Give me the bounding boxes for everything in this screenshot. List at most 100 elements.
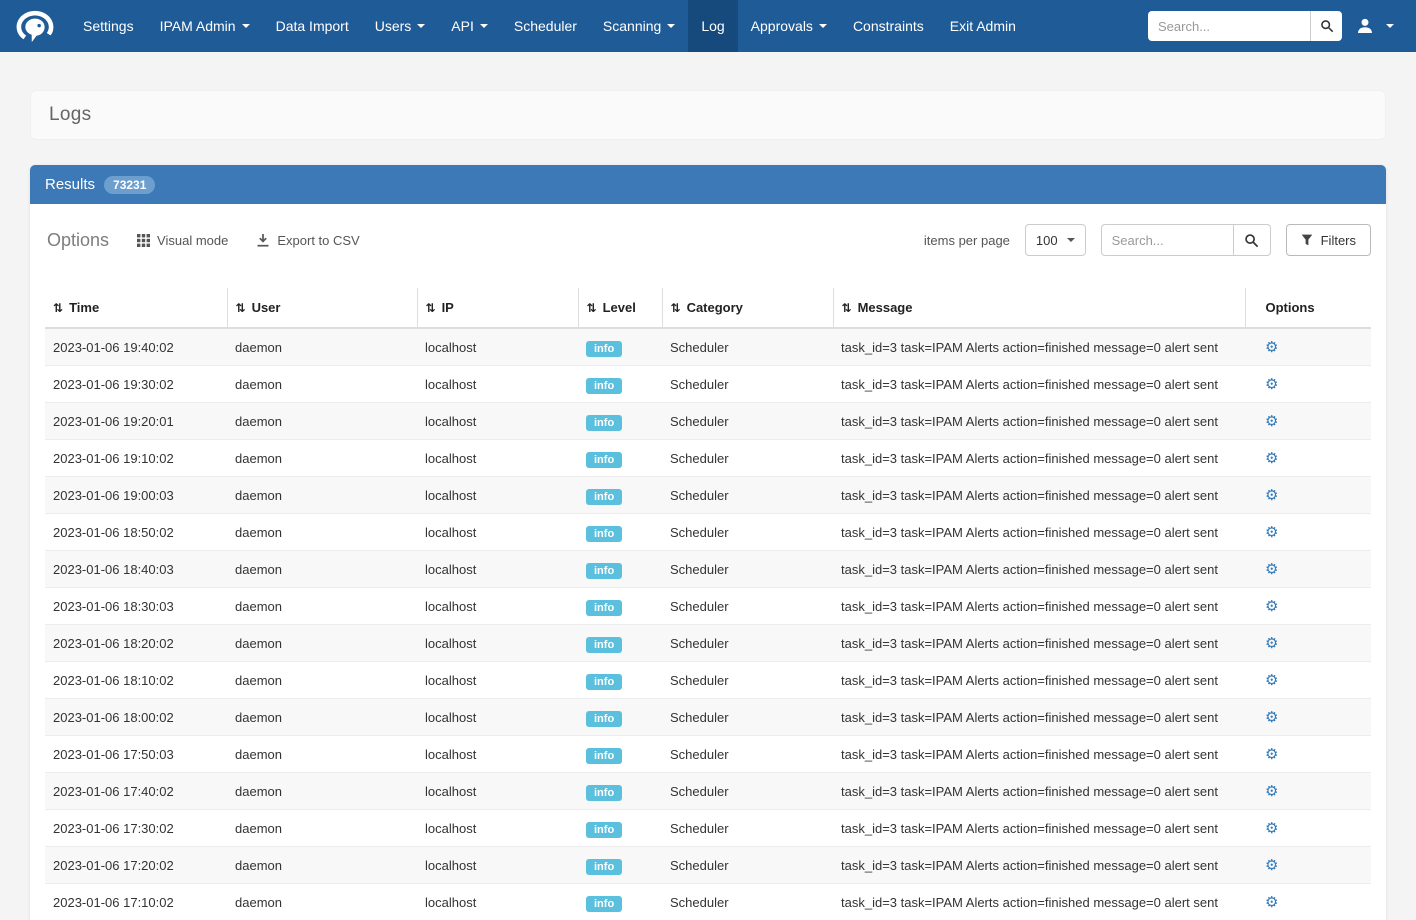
nav-item-users[interactable]: Users xyxy=(362,0,439,52)
level-info-badge: info xyxy=(586,785,622,801)
export-csv-button[interactable]: Export to CSV xyxy=(256,233,359,248)
gear-icon[interactable]: ⚙ xyxy=(1265,820,1278,837)
log-ip-cell: localhost xyxy=(417,403,578,440)
search-icon xyxy=(1244,233,1259,248)
log-time-cell: 2023-01-06 19:40:02 xyxy=(45,328,227,366)
gear-icon[interactable]: ⚙ xyxy=(1265,376,1278,393)
nav-item-settings[interactable]: Settings xyxy=(70,0,147,52)
nav-item-ipam-admin[interactable]: IPAM Admin xyxy=(147,0,263,52)
level-info-badge: info xyxy=(586,896,622,912)
log-options-cell: ⚙ xyxy=(1245,328,1371,366)
log-category-cell: Scheduler xyxy=(662,810,833,847)
log-time-cell: 2023-01-06 17:20:02 xyxy=(45,847,227,884)
gear-icon[interactable]: ⚙ xyxy=(1265,339,1278,356)
global-search-input[interactable] xyxy=(1148,11,1310,41)
log-user-cell: daemon xyxy=(227,810,417,847)
log-time-cell: 2023-01-06 18:20:02 xyxy=(45,625,227,662)
table-search-button[interactable] xyxy=(1233,224,1271,256)
log-category-cell: Scheduler xyxy=(662,328,833,366)
log-options-cell: ⚙ xyxy=(1245,847,1371,884)
log-message-cell: task_id=3 task=IPAM Alerts action=finish… xyxy=(833,403,1245,440)
navbar-right xyxy=(1148,0,1402,52)
log-table-row: 2023-01-06 17:30:02 daemon localhost inf… xyxy=(45,810,1371,847)
gear-icon[interactable]: ⚙ xyxy=(1265,672,1278,689)
gear-icon[interactable]: ⚙ xyxy=(1265,487,1278,504)
log-options-cell: ⚙ xyxy=(1245,625,1371,662)
column-header-level[interactable]: ⇅Level xyxy=(578,288,662,328)
column-header-category[interactable]: ⇅Category xyxy=(662,288,833,328)
log-ip-cell: localhost xyxy=(417,514,578,551)
column-header-ip[interactable]: ⇅IP xyxy=(417,288,578,328)
results-count-badge: 73231 xyxy=(104,176,155,194)
log-user-cell: daemon xyxy=(227,514,417,551)
log-options-cell: ⚙ xyxy=(1245,366,1371,403)
results-header: Results 73231 xyxy=(30,165,1386,204)
user-menu[interactable] xyxy=(1348,17,1402,35)
nav-item-constraints[interactable]: Constraints xyxy=(840,0,937,52)
column-header-label: IP xyxy=(442,300,454,315)
log-time-cell: 2023-01-06 18:00:02 xyxy=(45,699,227,736)
column-header-time[interactable]: ⇅Time xyxy=(45,288,227,328)
gear-icon[interactable]: ⚙ xyxy=(1265,598,1278,615)
logs-table: ⇅Time⇅User⇅IP⇅Level⇅Category⇅MessageOpti… xyxy=(45,288,1371,920)
log-ip-cell: localhost xyxy=(417,551,578,588)
log-message-cell: task_id=3 task=IPAM Alerts action=finish… xyxy=(833,625,1245,662)
gear-icon[interactable]: ⚙ xyxy=(1265,894,1278,911)
log-level-cell: info xyxy=(578,662,662,699)
log-time-cell: 2023-01-06 19:30:02 xyxy=(45,366,227,403)
page-title-panel: Logs xyxy=(30,90,1386,140)
nav-item-data-import[interactable]: Data Import xyxy=(263,0,362,52)
log-options-cell: ⚙ xyxy=(1245,514,1371,551)
log-table-row: 2023-01-06 17:50:03 daemon localhost inf… xyxy=(45,736,1371,773)
nav-item-approvals[interactable]: Approvals xyxy=(738,0,840,52)
gear-icon[interactable]: ⚙ xyxy=(1265,709,1278,726)
sort-icon: ⇅ xyxy=(671,301,681,315)
log-category-cell: Scheduler xyxy=(662,662,833,699)
gear-icon[interactable]: ⚙ xyxy=(1265,635,1278,652)
gear-icon[interactable]: ⚙ xyxy=(1265,783,1278,800)
phpipam-logo[interactable] xyxy=(8,0,70,52)
export-csv-label: Export to CSV xyxy=(277,233,359,248)
table-search-input[interactable] xyxy=(1101,224,1233,256)
gear-icon[interactable]: ⚙ xyxy=(1265,524,1278,541)
log-category-cell: Scheduler xyxy=(662,847,833,884)
log-message-cell: task_id=3 task=IPAM Alerts action=finish… xyxy=(833,366,1245,403)
gear-icon[interactable]: ⚙ xyxy=(1265,413,1278,430)
gear-icon[interactable]: ⚙ xyxy=(1265,746,1278,763)
nav-item-scanning[interactable]: Scanning xyxy=(590,0,688,52)
log-time-cell: 2023-01-06 17:10:02 xyxy=(45,884,227,920)
nav-item-exit-admin[interactable]: Exit Admin xyxy=(937,0,1029,52)
caret-down-icon xyxy=(1386,24,1394,28)
filters-button[interactable]: Filters xyxy=(1286,224,1371,256)
log-user-cell: daemon xyxy=(227,366,417,403)
gear-icon[interactable]: ⚙ xyxy=(1265,857,1278,874)
log-user-cell: daemon xyxy=(227,625,417,662)
nav-item-scheduler[interactable]: Scheduler xyxy=(501,0,590,52)
items-per-page-select[interactable]: 100 xyxy=(1025,224,1086,256)
column-header-label: Level xyxy=(603,300,636,315)
visual-mode-button[interactable]: Visual mode xyxy=(137,233,228,248)
filters-label: Filters xyxy=(1321,233,1356,248)
log-time-cell: 2023-01-06 19:10:02 xyxy=(45,440,227,477)
log-message-cell: task_id=3 task=IPAM Alerts action=finish… xyxy=(833,847,1245,884)
log-ip-cell: localhost xyxy=(417,736,578,773)
nav-item-label: Scheduler xyxy=(514,18,577,34)
nav-item-log[interactable]: Log xyxy=(688,0,737,52)
nav-item-api[interactable]: API xyxy=(438,0,501,52)
global-search-button[interactable] xyxy=(1310,11,1342,41)
gear-icon[interactable]: ⚙ xyxy=(1265,561,1278,578)
column-header-user[interactable]: ⇅User xyxy=(227,288,417,328)
log-category-cell: Scheduler xyxy=(662,477,833,514)
log-user-cell: daemon xyxy=(227,588,417,625)
log-table-row: 2023-01-06 19:20:01 daemon localhost inf… xyxy=(45,403,1371,440)
user-icon xyxy=(1356,17,1374,35)
gear-icon[interactable]: ⚙ xyxy=(1265,450,1278,467)
level-info-badge: info xyxy=(586,822,622,838)
log-message-cell: task_id=3 task=IPAM Alerts action=finish… xyxy=(833,328,1245,366)
log-level-cell: info xyxy=(578,810,662,847)
column-header-message[interactable]: ⇅Message xyxy=(833,288,1245,328)
caret-down-icon xyxy=(1067,238,1075,242)
log-category-cell: Scheduler xyxy=(662,736,833,773)
log-message-cell: task_id=3 task=IPAM Alerts action=finish… xyxy=(833,477,1245,514)
top-navbar: SettingsIPAM AdminData ImportUsersAPI Sch… xyxy=(0,0,1416,52)
